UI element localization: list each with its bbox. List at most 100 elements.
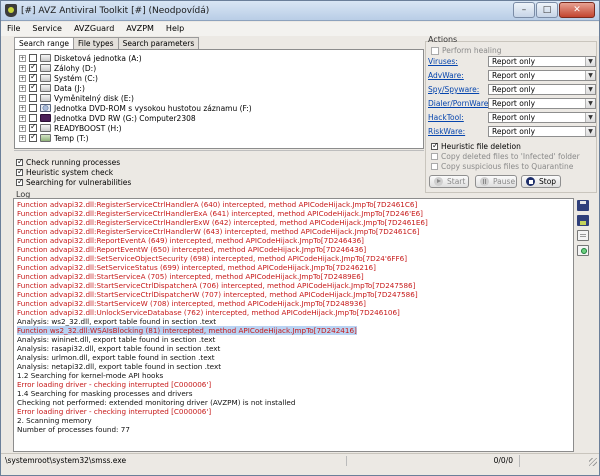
- viruses-action-select[interactable]: Report only ▼: [488, 56, 596, 67]
- chevron-down-icon[interactable]: ▼: [585, 85, 595, 94]
- vulnerabilities-checkbox[interactable]: [16, 177, 24, 186]
- hacktool-link[interactable]: HackTool:: [428, 113, 464, 122]
- pause-icon: [480, 177, 489, 186]
- expand-icon[interactable]: +: [19, 64, 26, 72]
- copy-suspicious-option[interactable]: Copy suspicious files to Quarantine: [431, 161, 573, 171]
- document-icon[interactable]: [577, 230, 589, 241]
- riskware-action-select[interactable]: Report only ▼: [488, 126, 596, 137]
- drive-checkbox[interactable]: [29, 94, 37, 102]
- option-vulnerabilities[interactable]: Searching for vulnerabilities: [16, 177, 131, 187]
- copy-infected-checkbox[interactable]: [431, 152, 438, 160]
- hacktool-action-select[interactable]: Report only ▼: [488, 112, 596, 123]
- select-value: Report only: [492, 127, 536, 136]
- drive-checkbox[interactable]: [29, 114, 37, 122]
- actions-title: Actions: [428, 35, 458, 44]
- expand-icon[interactable]: +: [19, 84, 26, 92]
- log-line: 2. Scanning memory: [17, 416, 92, 425]
- spyware-action-select[interactable]: Report only ▼: [488, 84, 596, 95]
- menu-file[interactable]: File: [1, 22, 26, 36]
- expand-icon[interactable]: +: [19, 134, 26, 142]
- drive-checkbox[interactable]: [29, 104, 37, 112]
- dvd-rw-drive-icon: [40, 114, 51, 122]
- expand-icon[interactable]: +: [19, 54, 26, 62]
- menu-avzpm[interactable]: AVZPM: [120, 22, 160, 36]
- dialer-link[interactable]: Dialer/PornWare:: [428, 99, 491, 108]
- expand-icon[interactable]: +: [19, 74, 26, 82]
- minimize-button[interactable]: –: [513, 2, 535, 18]
- heuristic-deletion-option[interactable]: Heuristic file deletion: [431, 141, 521, 151]
- drive-checkbox[interactable]: [29, 82, 37, 92]
- dialer-action-select[interactable]: Report only ▼: [488, 98, 596, 109]
- save-log-as-icon[interactable]: [577, 215, 589, 226]
- spyware-link[interactable]: Spy/Spyware:: [428, 85, 479, 94]
- expand-icon[interactable]: +: [19, 94, 26, 102]
- log-line: 1.4 Searching for masking processes and …: [17, 389, 193, 398]
- heuristic-deletion-checkbox[interactable]: [431, 141, 439, 150]
- stop-icon: [526, 177, 535, 186]
- drive-label: Jednotka DVD-ROM s vysokou hustotou zázn…: [54, 103, 252, 113]
- drive-checkbox[interactable]: [29, 72, 37, 82]
- chevron-down-icon[interactable]: ▼: [585, 113, 595, 122]
- log-line: Analysis: ws2_32.dll, export table found…: [17, 317, 217, 326]
- panel-splitter[interactable]: [14, 150, 424, 155]
- expand-icon[interactable]: +: [19, 114, 26, 122]
- perform-healing-option[interactable]: Perform healing: [431, 46, 501, 55]
- adware-action-select[interactable]: Report only ▼: [488, 70, 596, 81]
- tree-item[interactable]: + Jednotka DVD-ROM s vysokou hustotou zá…: [19, 103, 252, 113]
- drive-checkbox[interactable]: [29, 132, 37, 142]
- drive-checkbox[interactable]: [29, 54, 37, 62]
- tree-item[interactable]: + Jednotka DVD RW (G:) Computer2308: [19, 113, 196, 123]
- chevron-down-icon[interactable]: ▼: [585, 127, 595, 136]
- menu-service[interactable]: Service: [26, 22, 68, 36]
- drive-label: Systém (C:): [54, 73, 98, 83]
- log-line: Function advapi32.dll:StartServiceCtrlDi…: [17, 290, 418, 299]
- check-processes-checkbox[interactable]: [16, 157, 24, 166]
- option-check-processes[interactable]: Check running processes: [16, 157, 120, 167]
- menu-help[interactable]: Help: [160, 22, 190, 36]
- maximize-button[interactable]: □: [536, 2, 558, 18]
- tree-item[interactable]: + Data (J:): [19, 82, 85, 93]
- action-row-adware: AdvWare: Report only ▼: [428, 70, 596, 81]
- riskware-link[interactable]: RiskWare:: [428, 127, 465, 136]
- copy-suspicious-checkbox[interactable]: [431, 162, 438, 170]
- tab-file-types[interactable]: File types: [72, 37, 119, 49]
- drive-checkbox[interactable]: [29, 62, 37, 72]
- chevron-down-icon[interactable]: ▼: [585, 99, 595, 108]
- menu-avzguard[interactable]: AVZGuard: [68, 22, 120, 36]
- copy-infected-option[interactable]: Copy deleted files to 'Infected' folder: [431, 151, 580, 161]
- chevron-down-icon[interactable]: ▼: [585, 71, 595, 80]
- expand-icon[interactable]: +: [19, 104, 26, 112]
- expand-icon[interactable]: +: [19, 124, 26, 132]
- drive-label: Jednotka DVD RW (G:) Computer2308: [54, 113, 196, 123]
- drive-checkbox[interactable]: [29, 122, 37, 132]
- search-log-icon[interactable]: [577, 245, 589, 256]
- stop-button[interactable]: Stop: [521, 175, 561, 188]
- log-line: Function advapi32.dll:SetServiceStatus (…: [17, 263, 376, 272]
- drive-label: Temp (T:): [54, 133, 89, 143]
- status-panel: [519, 455, 599, 467]
- tree-item[interactable]: + Temp (T:): [19, 132, 89, 143]
- perform-healing-checkbox[interactable]: [431, 46, 439, 55]
- status-counter: 0/0/0: [346, 456, 516, 466]
- log-line: Analysis: netapi32.dll, export table fou…: [17, 362, 222, 371]
- tree-item[interactable]: + Disketová jednotka (A:): [19, 53, 142, 63]
- option-heuristic-check[interactable]: Heuristic system check: [16, 167, 113, 177]
- close-button[interactable]: ✕: [559, 2, 595, 18]
- resize-grip-icon[interactable]: [589, 458, 597, 466]
- viruses-link[interactable]: Viruses:: [428, 57, 458, 66]
- save-log-icon[interactable]: [577, 200, 589, 211]
- chevron-down-icon[interactable]: ▼: [585, 57, 595, 66]
- log-line: Function advapi32.dll:RegisterServiceCtr…: [17, 200, 418, 209]
- tab-search-parameters[interactable]: Search parameters: [117, 37, 200, 49]
- status-current-file: \systemroot\system32\smss.exe: [5, 456, 127, 465]
- heuristic-check-checkbox[interactable]: [16, 167, 24, 176]
- pause-button[interactable]: Pause: [475, 175, 517, 188]
- log-line: Function advapi32.dll:SetServiceObjectSe…: [17, 254, 408, 263]
- log-panel[interactable]: Function advapi32.dll:RegisterServiceCtr…: [13, 198, 574, 452]
- action-row-hacktool: HackTool: Report only ▼: [428, 112, 596, 123]
- adware-link[interactable]: AdvWare:: [428, 71, 464, 80]
- title-bar[interactable]: [#] AVZ Antiviral Toolkit [#] (Neodpovíd…: [1, 1, 599, 21]
- start-button[interactable]: Start: [429, 175, 469, 188]
- tree-item[interactable]: + Vyměnitelný disk (E:): [19, 93, 134, 103]
- play-icon: [434, 177, 443, 186]
